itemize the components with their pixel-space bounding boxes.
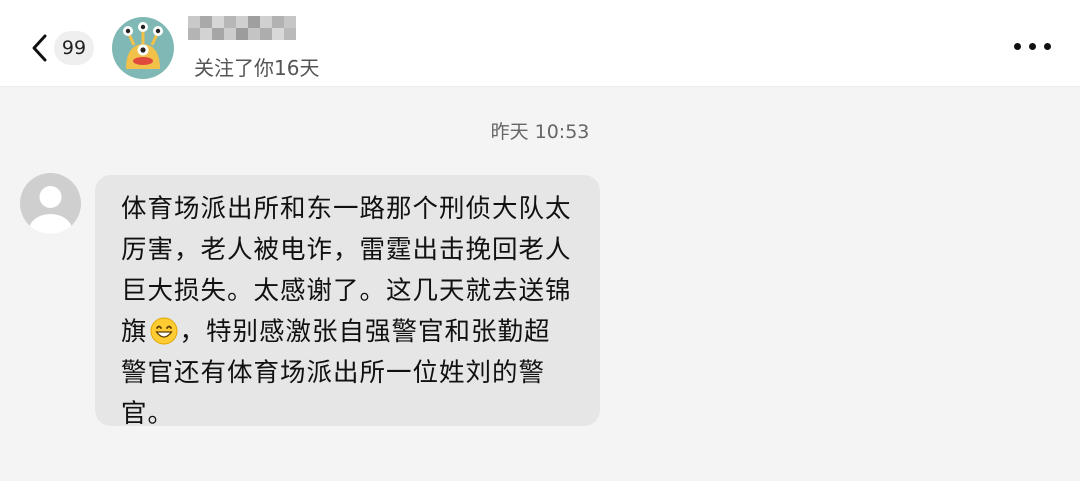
message-bubble[interactable]: 体育场派出所和东一路那个刑侦大队太厉害，老人被电诈，雷霆出击挽回老人巨大损失。太… (95, 175, 600, 429)
message-timestamp: 昨天 10:53 (490, 121, 590, 143)
grinning-face-emoji-icon (150, 317, 178, 345)
message-text-part-2: ，特别感激张自强警官和张勤超警官还有体育场派出所一位姓刘的警官。 (121, 317, 551, 429)
chat-header: 99 关注了你16天 (0, 0, 1080, 87)
contact-name-mosaic (188, 14, 298, 46)
follow-duration-text: 关注了你16天 (194, 56, 320, 80)
message-text: 体育场派出所和东一路那个刑侦大队太厉害，老人被电诈，雷霆出击挽回老人巨大损失。太… (121, 189, 574, 435)
contact-avatar[interactable] (112, 17, 174, 79)
unread-count-badge[interactable]: 99 (54, 31, 94, 65)
chevron-left-icon[interactable] (30, 33, 50, 63)
sender-avatar[interactable] (20, 173, 81, 234)
more-horizontal-icon[interactable] (1014, 43, 1052, 53)
